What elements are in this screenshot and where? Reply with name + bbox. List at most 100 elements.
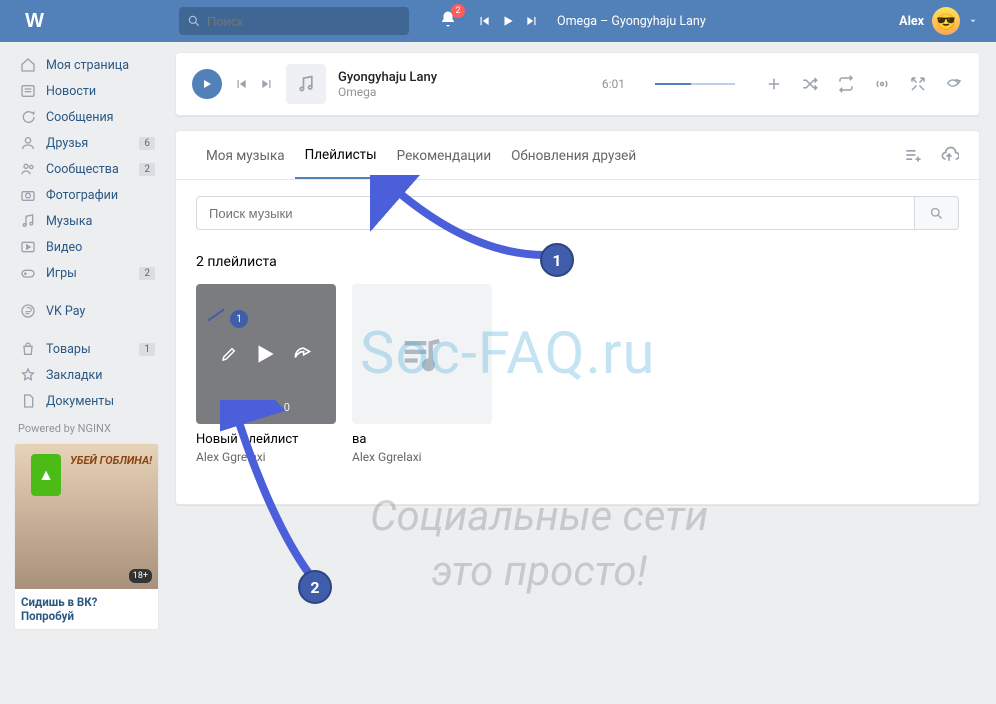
nav-docs[interactable]: Документы [14, 388, 159, 414]
next-icon[interactable] [525, 14, 539, 28]
edit-icon[interactable] [220, 345, 238, 363]
nav-label: Сообщества [46, 162, 119, 177]
video-icon [18, 239, 38, 255]
nav-label: Музыка [46, 214, 92, 229]
playlist-author[interactable]: Alex Ggrelaxi [196, 450, 336, 464]
play-icon[interactable] [501, 14, 515, 28]
group-icon [18, 161, 38, 177]
topbar-track-title[interactable]: Omega – Gyongyhaju Lany [557, 14, 706, 29]
games-icon [18, 265, 38, 281]
notifications-button[interactable]: 2 [439, 10, 457, 32]
bag-icon [18, 341, 38, 357]
tab-recommendations[interactable]: Рекомендации [387, 132, 501, 178]
nav-label: VK Pay [46, 304, 85, 319]
nav-communities[interactable]: Сообщества 2 [14, 156, 159, 182]
message-icon [18, 109, 38, 125]
news-icon [18, 83, 38, 99]
nav-badge: 2 [139, 267, 155, 280]
user-menu[interactable]: Alex 😎 [899, 7, 988, 35]
nav-label: Сообщения [46, 110, 114, 125]
share-icon[interactable] [292, 344, 312, 364]
next-icon[interactable] [260, 77, 274, 91]
topbar: W 2 Omega – Gyongyhaju Lany Alex 😎 [0, 0, 996, 42]
playlist-name[interactable]: Новый плейлист [196, 432, 336, 448]
nav-bookmarks[interactable]: Закладки [14, 362, 159, 388]
nav-photos[interactable]: Фотографии [14, 182, 159, 208]
nav-badge: 2 [139, 163, 155, 176]
volume-slider[interactable] [655, 83, 735, 85]
nav-my-page[interactable]: Моя страница [14, 52, 159, 78]
global-search[interactable] [179, 7, 409, 35]
nav-badge: 1 [139, 343, 155, 356]
track-duration: 6:01 [602, 77, 625, 91]
nav-market[interactable]: Товары 1 [14, 336, 159, 362]
nav-vkpay[interactable]: VK Pay [14, 298, 159, 324]
annotation-2: 2 [298, 570, 332, 604]
notification-badge: 2 [451, 4, 465, 18]
music-search-button[interactable] [915, 196, 959, 230]
nav-label: Видео [46, 240, 82, 255]
powered-by: Powered by NGINX [14, 414, 159, 443]
nav-friends[interactable]: Друзья6 [14, 130, 159, 156]
vk-logo-icon[interactable]: W [16, 7, 44, 35]
track-artist[interactable]: Omega [338, 85, 437, 99]
search-icon [187, 14, 201, 28]
playlist-play-count: 🎧 0 [267, 401, 290, 414]
player-card: Gyongyhaju Lany Omega 6:01 [175, 52, 980, 116]
shuffle-icon[interactable] [801, 75, 819, 93]
upload-icon[interactable] [939, 145, 959, 165]
playlist-cover [352, 284, 492, 424]
track-cover [286, 64, 326, 104]
add-icon[interactable] [765, 75, 783, 93]
age-badge: 18+ [129, 569, 152, 583]
star-icon [18, 367, 38, 383]
nav-label: Фотографии [46, 188, 118, 203]
tab-friends-updates[interactable]: Обновления друзей [501, 132, 646, 178]
broadcast-icon[interactable] [873, 75, 891, 93]
add-playlist-icon[interactable] [903, 145, 923, 165]
nav-label: Товары [46, 342, 91, 357]
play-button[interactable] [192, 69, 222, 99]
music-search-input[interactable] [196, 196, 915, 230]
nav-label: Новости [46, 84, 96, 99]
sidebar: Моя страница Новости Сообщения Друзья6 С… [0, 52, 165, 630]
playlists-count: 2 плейлиста [176, 246, 979, 284]
prev-icon[interactable] [234, 77, 248, 91]
tab-my-music[interactable]: Моя музыка [196, 132, 295, 178]
expand-icon[interactable] [909, 75, 927, 93]
nav-label: Документы [46, 394, 114, 409]
chevron-down-icon [968, 16, 978, 26]
playlist-cover: 1 ≡ 4 🎧 0 [196, 284, 336, 424]
nav-games[interactable]: Игры 2 [14, 260, 159, 286]
prev-icon[interactable] [477, 14, 491, 28]
track-title[interactable]: Gyongyhaju Lany [338, 70, 437, 85]
music-card: Моя музыка Плейлисты Рекомендации Обновл… [175, 130, 980, 505]
nav-video[interactable]: Видео [14, 234, 159, 260]
share-icon[interactable] [945, 75, 963, 93]
nav-messages[interactable]: Сообщения [14, 104, 159, 130]
ad-image: ▲ 18+ [15, 444, 158, 589]
ad-card[interactable]: ▲ 18+ Сидишь в ВК? Попробуй [14, 443, 159, 630]
annotation-1: 1 [540, 243, 574, 277]
playlist-item[interactable]: 1 ≡ 4 🎧 0 Новый плейлист Alex Ggrelaxi [196, 284, 336, 464]
playlist-track-count: ≡ 4 [242, 401, 257, 414]
topbar-player: Omega – Gyongyhaju Lany [477, 14, 706, 29]
camera-icon [18, 187, 38, 203]
doc-icon [18, 393, 38, 409]
play-icon[interactable] [252, 341, 278, 367]
repeat-icon[interactable] [837, 75, 855, 93]
main-content: Gyongyhaju Lany Omega 6:01 Моя музыка Пл… [165, 52, 996, 630]
playlist-author[interactable]: Alex Ggrelaxi [352, 450, 492, 464]
search-input[interactable] [207, 14, 401, 29]
playlist-item[interactable]: ва Alex Ggrelaxi [352, 284, 492, 464]
tab-playlists[interactable]: Плейлисты [295, 131, 387, 179]
playlist-name[interactable]: ва [352, 432, 492, 448]
nav-label: Друзья [46, 136, 88, 151]
user-name: Alex [899, 14, 924, 29]
nav-label: Игры [46, 266, 77, 281]
nav-news[interactable]: Новости [14, 78, 159, 104]
nav-music[interactable]: Музыка [14, 208, 159, 234]
nav-label: Закладки [46, 368, 103, 383]
friends-icon [18, 135, 38, 151]
avatar: 😎 [932, 7, 960, 35]
